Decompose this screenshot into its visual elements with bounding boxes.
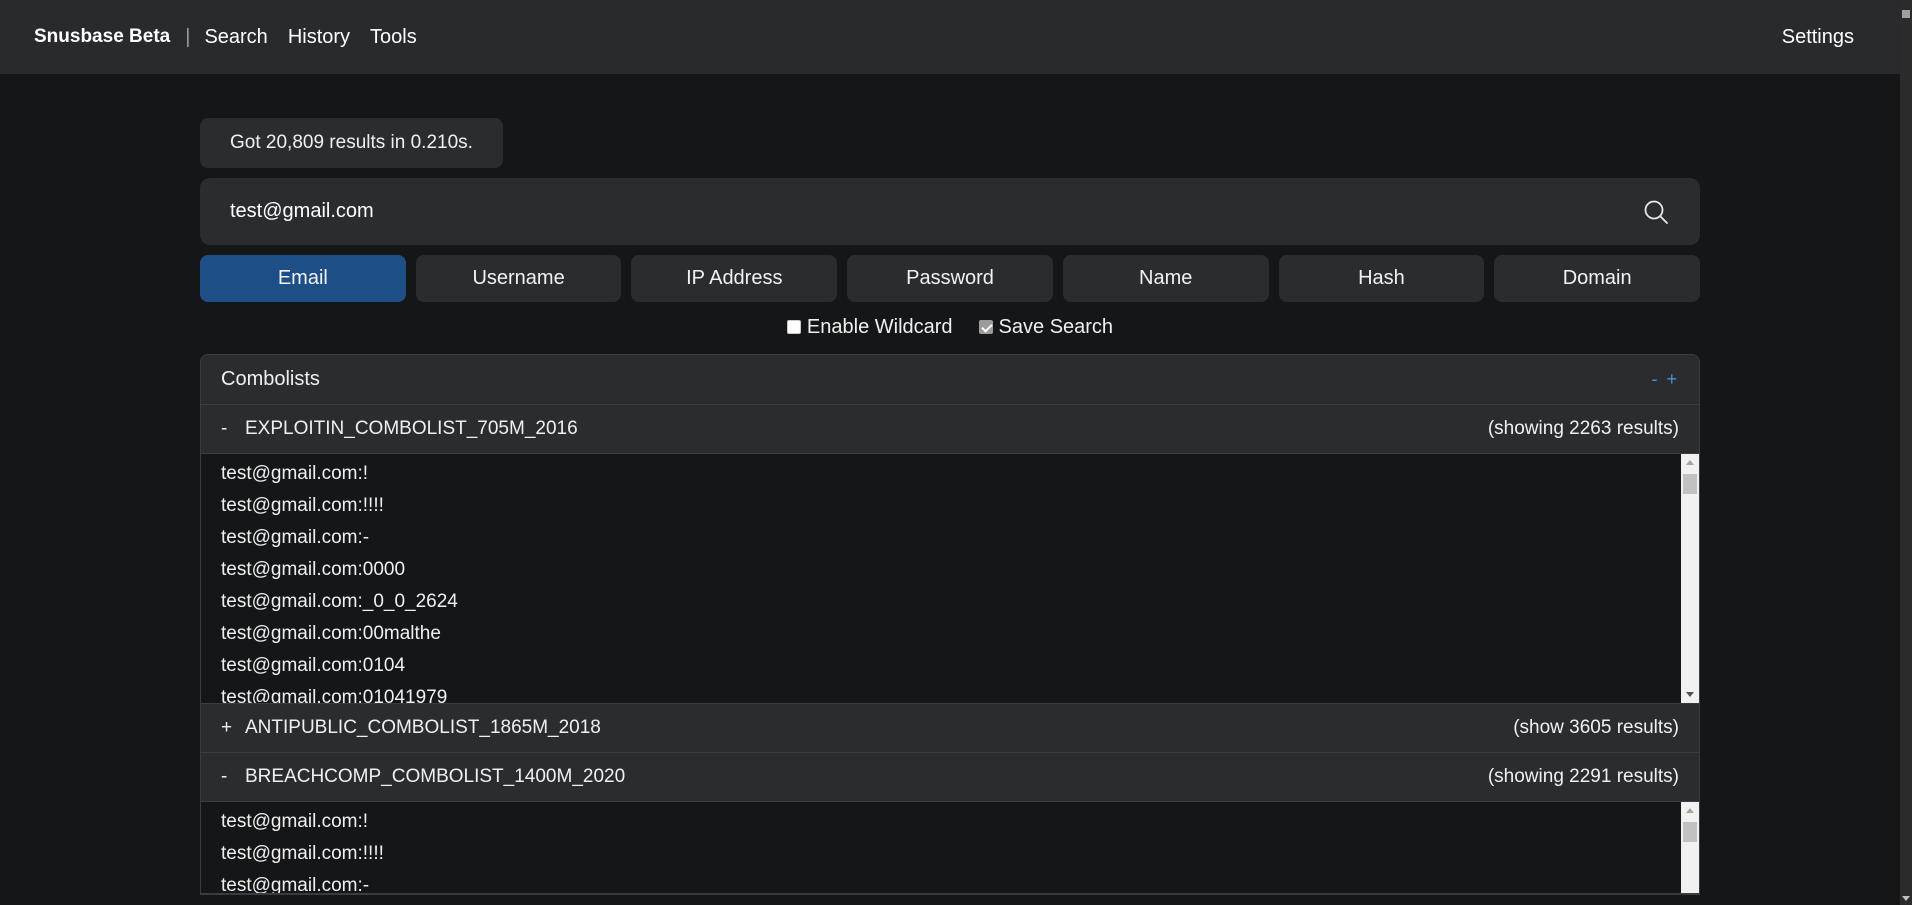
collapse-toggle[interactable]: - xyxy=(221,418,245,440)
nav-link-tools[interactable]: Tools xyxy=(370,26,417,49)
panel-toggles: - + xyxy=(1651,369,1679,390)
result-row: test@gmail.com:0000 xyxy=(221,559,406,580)
group-count[interactable]: (show 3605 results) xyxy=(1513,717,1679,739)
save-search-checkbox[interactable] xyxy=(978,320,993,334)
combolists-panel: Combolists - + - EXPLOITIN_COMBOLIST_705… xyxy=(200,354,1700,895)
group-title: - EXPLOITIN_COMBOLIST_705M_2016 xyxy=(221,418,578,440)
results-box-exploitin[interactable]: test@gmail.com:! test@gmail.com:!!!! tes… xyxy=(201,454,1699,704)
page-scrollbar-thumb[interactable] xyxy=(1902,10,1910,18)
scroll-down-icon[interactable] xyxy=(1902,896,1910,901)
combolists-title: Combolists xyxy=(221,368,320,390)
result-row: test@gmail.com:! xyxy=(221,811,369,832)
search-type-selector: Email Username IP Address Password Name … xyxy=(200,255,1701,302)
group-title: + ANTIPUBLIC_COMBOLIST_1865M_2018 xyxy=(221,717,601,739)
result-summary: Got 20,809 results in 0.210s. xyxy=(200,118,503,168)
results-scrollbar-thumb[interactable] xyxy=(1683,822,1697,842)
nav-link-history[interactable]: History xyxy=(288,26,350,49)
expand-toggle[interactable]: + xyxy=(221,717,245,739)
group-header-antipublic[interactable]: + ANTIPUBLIC_COMBOLIST_1865M_2018 (show … xyxy=(201,704,1699,753)
result-row: test@gmail.com:_0_0_2624 xyxy=(221,591,458,612)
collapse-toggle[interactable]: - xyxy=(221,766,245,788)
results-list: test@gmail.com:! test@gmail.com:!!!! tes… xyxy=(201,802,1699,894)
result-row: test@gmail.com:00malthe xyxy=(221,623,441,644)
type-button-ip-address[interactable]: IP Address xyxy=(631,255,838,302)
results-list: test@gmail.com:! test@gmail.com:!!!! tes… xyxy=(201,454,1699,704)
type-button-hash[interactable]: Hash xyxy=(1278,255,1485,302)
brand-logo[interactable]: Snusbase Beta xyxy=(34,26,170,48)
save-search-option[interactable]: Save Search xyxy=(978,315,1114,339)
type-button-name[interactable]: Name xyxy=(1062,255,1269,302)
top-navbar: Snusbase Beta | Search History Tools Set… xyxy=(0,0,1900,74)
scroll-up-icon[interactable] xyxy=(1686,808,1694,813)
nav-link-search[interactable]: Search xyxy=(204,26,267,49)
scroll-down-icon[interactable] xyxy=(1686,692,1694,697)
group-name: ANTIPUBLIC_COMBOLIST_1865M_2018 xyxy=(245,717,601,738)
result-row: test@gmail.com:! xyxy=(221,463,369,484)
result-row: test@gmail.com:01041979 xyxy=(221,687,448,704)
scroll-up-icon[interactable] xyxy=(1686,460,1694,465)
save-search-label: Save Search xyxy=(998,315,1114,338)
results-scrollbar[interactable] xyxy=(1681,802,1699,893)
wildcard-label: Enable Wildcard xyxy=(806,315,953,338)
result-row: test@gmail.com:!!!! xyxy=(221,843,384,864)
wildcard-option[interactable]: Enable Wildcard xyxy=(786,315,953,339)
group-count[interactable]: (showing 2291 results) xyxy=(1488,766,1679,788)
collapse-all-button[interactable]: - xyxy=(1651,369,1659,389)
nav-link-settings[interactable]: Settings xyxy=(1782,26,1854,49)
search-options: Enable Wildcard Save Search xyxy=(200,316,1700,338)
results-scrollbar-thumb[interactable] xyxy=(1683,474,1697,494)
type-button-email[interactable]: Email xyxy=(200,255,406,302)
wildcard-checkbox[interactable] xyxy=(786,320,801,334)
search-bar xyxy=(200,178,1700,245)
result-row: test@gmail.com:!!!! xyxy=(221,495,384,516)
nav-separator: | xyxy=(185,25,191,48)
main-container: Got 20,809 results in 0.210s. Email User… xyxy=(200,118,1701,895)
group-header-breachcomp[interactable]: - BREACHCOMP_COMBOLIST_1400M_2020 (showi… xyxy=(201,753,1699,802)
group-header-exploitin[interactable]: - EXPLOITIN_COMBOLIST_705M_2016 (showing… xyxy=(201,405,1699,454)
expand-all-button[interactable]: + xyxy=(1666,369,1679,389)
page-scrollbar[interactable] xyxy=(1900,0,1912,905)
search-icon[interactable] xyxy=(1642,198,1670,226)
group-name: EXPLOITIN_COMBOLIST_705M_2016 xyxy=(245,418,578,439)
type-button-username[interactable]: Username xyxy=(415,255,622,302)
result-row: test@gmail.com:- xyxy=(221,875,370,894)
group-name: BREACHCOMP_COMBOLIST_1400M_2020 xyxy=(245,766,626,787)
combolists-header: Combolists - + xyxy=(201,355,1699,405)
group-title: - BREACHCOMP_COMBOLIST_1400M_2020 xyxy=(221,766,625,788)
type-button-domain[interactable]: Domain xyxy=(1494,255,1701,302)
results-box-breachcomp[interactable]: test@gmail.com:! test@gmail.com:!!!! tes… xyxy=(201,802,1699,894)
result-row: test@gmail.com:- xyxy=(221,527,370,548)
results-scrollbar[interactable] xyxy=(1681,454,1699,703)
group-count[interactable]: (showing 2263 results) xyxy=(1488,418,1679,440)
result-row: test@gmail.com:0104 xyxy=(221,655,406,676)
type-button-password[interactable]: Password xyxy=(847,255,1053,302)
search-input[interactable] xyxy=(230,200,1642,223)
